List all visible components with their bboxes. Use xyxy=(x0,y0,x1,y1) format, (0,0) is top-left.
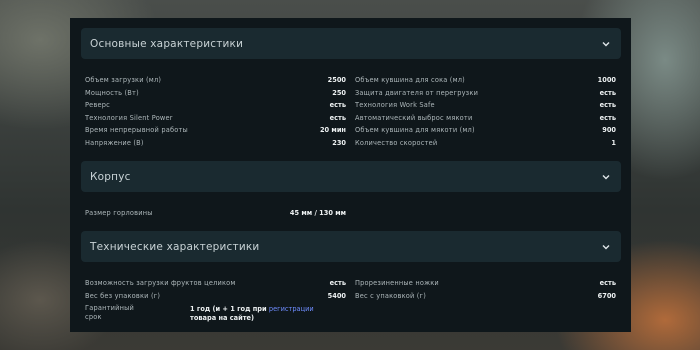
registration-link[interactable]: регистрации xyxy=(269,305,314,313)
spec-value: 1 xyxy=(611,138,616,147)
spec-value: 45 мм / 130 мм xyxy=(289,209,346,217)
spec-label: Размер горловины xyxy=(85,209,153,217)
spec-label: Автоматический выброс мякоти xyxy=(355,113,473,122)
spec-row: Технология Silent Power есть xyxy=(85,112,346,124)
spec-label: Напряжение (В) xyxy=(85,138,144,147)
spec-row: Время непрерывной работы 20 мин xyxy=(85,124,346,136)
spec-label: Прорезиненные ножки xyxy=(355,279,439,287)
spec-row: Вес с упаковкой (г) 6700 xyxy=(355,290,616,302)
section-title: Технические характеристики xyxy=(90,240,260,253)
spec-value: 1000 xyxy=(597,76,616,84)
spec-label: Защита двигателя от перегрузки xyxy=(355,88,479,97)
spec-value: есть xyxy=(329,279,346,287)
spec-value: 2500 xyxy=(327,76,346,84)
spec-label: Реверс xyxy=(85,101,110,109)
chevron-down-icon[interactable] xyxy=(601,39,611,49)
warranty-value: 1 год (и + 1 год при регистрации товара … xyxy=(190,305,330,323)
spec-row: Размер горловины 45 мм / 130 мм xyxy=(85,207,346,219)
spec-label: Количество скоростей xyxy=(355,138,438,147)
spec-label: Гарантийный срок xyxy=(85,304,135,321)
section-title: Основные характеристики xyxy=(90,37,244,50)
spec-value: есть xyxy=(599,101,616,109)
spec-row: Напряжение (В) 230 xyxy=(85,137,346,149)
spec-label: Объем загрузки (мл) xyxy=(85,76,162,84)
spec-value: 900 xyxy=(602,126,616,134)
spec-value: 5400 xyxy=(327,292,346,300)
spec-label: Технология Silent Power xyxy=(85,113,173,122)
section-title: Корпус xyxy=(90,170,131,183)
spec-row: Количество скоростей 1 xyxy=(355,137,616,149)
spec-row: Реверс есть xyxy=(85,99,346,111)
spec-label: Объем кувшина для сока (мл) xyxy=(355,76,465,84)
spec-label: Вес с упаковкой (г) xyxy=(355,292,426,300)
spec-value: есть xyxy=(329,101,346,109)
section-header-body[interactable]: Корпус xyxy=(81,161,621,192)
spec-row: Технология Work Safe есть xyxy=(355,99,616,111)
spec-row: Гарантийный срок xyxy=(85,304,134,324)
spec-row: Мощность (Вт) 250 xyxy=(85,87,346,99)
spec-value: есть xyxy=(329,113,346,122)
spec-label: Вес без упаковки (г) xyxy=(85,292,161,300)
chevron-down-icon[interactable] xyxy=(601,172,611,182)
spec-row: Автоматический выброс мякоти есть xyxy=(355,112,616,124)
spec-row: Объем загрузки (мл) 2500 xyxy=(85,74,346,86)
warranty-text: 1 год (и + 1 год при xyxy=(190,305,269,313)
spec-value: 6700 xyxy=(597,292,616,300)
spec-value: 250 xyxy=(332,88,346,97)
spec-label: Возможность загрузки фруктов целиком xyxy=(85,279,236,287)
spec-row: Объем кувшина для сока (мл) 1000 xyxy=(355,74,616,86)
specifications-panel: Основные характеристики Объем загрузки (… xyxy=(70,18,631,332)
spec-label: Объем кувшина для мякоти (мл) xyxy=(355,126,475,134)
spec-row: Защита двигателя от перегрузки есть xyxy=(355,87,616,99)
spec-row: Вес без упаковки (г) 5400 xyxy=(85,290,346,302)
spec-value: есть xyxy=(599,113,616,122)
spec-label: Время непрерывной работы xyxy=(85,126,188,134)
section-header-main-specs[interactable]: Основные характеристики xyxy=(81,28,621,59)
section-header-technical-specs[interactable]: Технические характеристики xyxy=(81,231,621,262)
spec-label: Мощность (Вт) xyxy=(85,88,139,97)
spec-row: Объем кувшина для мякоти (мл) 900 xyxy=(355,124,616,136)
chevron-down-icon[interactable] xyxy=(601,242,611,252)
spec-row: Возможность загрузки фруктов целиком есть xyxy=(85,277,346,289)
spec-label: Технология Work Safe xyxy=(355,101,435,109)
spec-row: Прорезиненные ножки есть xyxy=(355,277,616,289)
spec-value: есть xyxy=(599,279,616,287)
spec-value: есть xyxy=(599,88,616,97)
warranty-text: товара на сайте) xyxy=(190,314,255,322)
spec-value: 230 xyxy=(332,138,346,147)
spec-value: 20 мин xyxy=(319,126,346,134)
